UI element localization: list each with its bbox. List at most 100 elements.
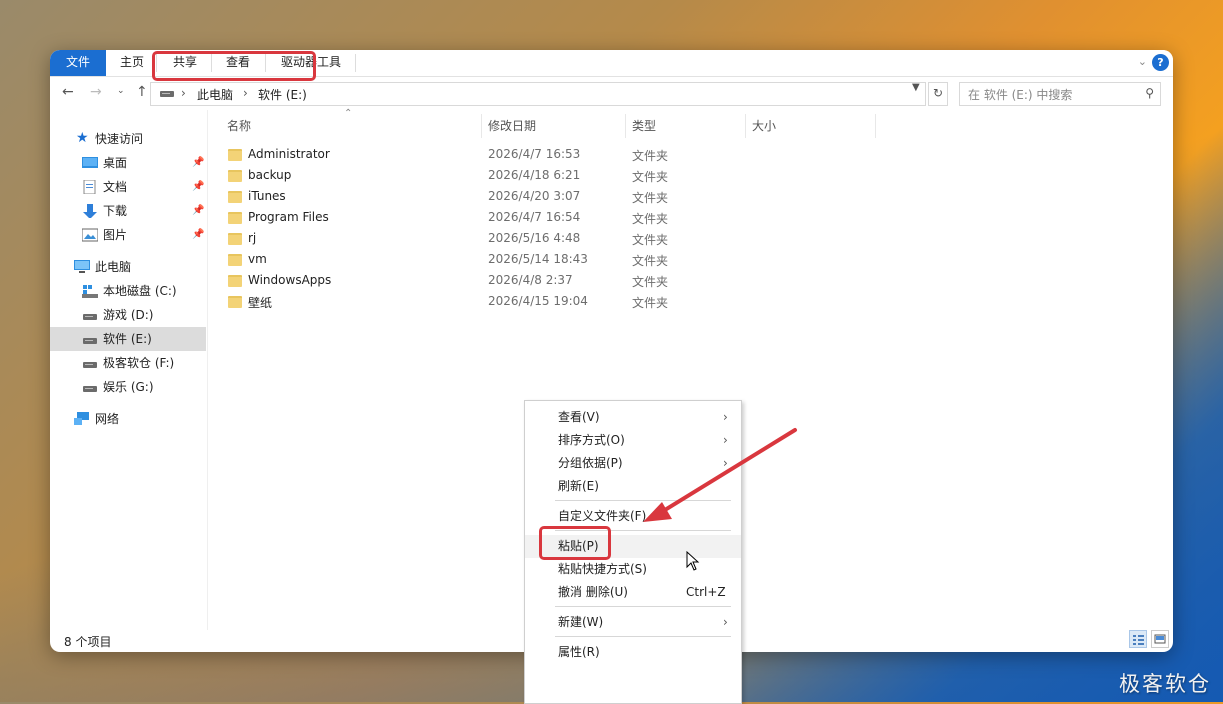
drive-icon	[160, 91, 174, 97]
sidebar-item-drive-f[interactable]: 极客软仓 (F:)	[50, 351, 206, 375]
sidebar-item-label: 极客软仓 (F:)	[103, 356, 175, 370]
submenu-chevron-icon: ›	[723, 433, 728, 447]
address-bar[interactable]: › 此电脑 › 软件 (E:)	[150, 82, 926, 106]
up-arrow-icon[interactable]: ↑	[136, 84, 148, 100]
menu-item-label: 自定义文件夹(F)...	[558, 509, 658, 523]
drive-icon	[83, 338, 97, 344]
menu-item-undo-delete[interactable]: 撤消 删除(U) Ctrl+Z	[525, 581, 741, 604]
menu-item-view[interactable]: 查看(V) ›	[525, 406, 741, 429]
menu-item-label: 刷新(E)	[558, 479, 599, 493]
breadcrumb-this-pc[interactable]: 此电脑	[197, 86, 233, 103]
sidebar-item-label: 桌面	[103, 156, 128, 170]
menu-item-label: 粘贴快捷方式(S)	[558, 562, 647, 576]
search-placeholder: 在 软件 (E:) 中搜索	[968, 88, 1073, 102]
table-row[interactable]: 壁纸 2026/4/15 19:04 文件夹	[224, 292, 1144, 313]
table-row[interactable]: backup 2026/4/18 6:21 文件夹	[224, 166, 1144, 187]
forward-arrow-icon[interactable]: →	[90, 84, 102, 100]
refresh-icon[interactable]: ↻	[928, 82, 948, 106]
paste-highlight-annotation	[539, 526, 611, 560]
download-arrow-icon	[83, 204, 97, 218]
navigation-bar: ← → ⌄ ↑ › 此电脑 › 软件 (E:) ▼ ↻ 在 软件 (E:) 中搜…	[50, 77, 1173, 109]
search-icon: ⚲	[1145, 86, 1154, 100]
picture-icon	[82, 228, 98, 242]
menu-item-properties[interactable]: 属性(R)	[525, 641, 741, 664]
sidebar-item-network[interactable]: 网络	[50, 407, 206, 431]
file-name: Program Files	[248, 210, 329, 224]
column-separator	[875, 114, 876, 138]
navigation-pane: ★ 快速访问 桌面 📌 文档 📌 下载 📌 图片 📌 此电脑 本地磁盘 (C:)…	[50, 110, 208, 630]
menu-item-label: 排序方式(O)	[558, 433, 625, 447]
submenu-chevron-icon: ›	[723, 615, 728, 629]
recent-locations-chevron-icon[interactable]: ⌄	[117, 86, 125, 96]
column-header-date[interactable]: 修改日期	[488, 114, 536, 138]
file-date: 2026/5/16 4:48	[488, 231, 581, 245]
details-view-icon[interactable]	[1129, 630, 1147, 648]
table-row[interactable]: rj 2026/5/16 4:48 文件夹	[224, 229, 1144, 250]
sidebar-item-label: 此电脑	[95, 260, 132, 274]
column-separator	[481, 114, 482, 138]
menu-item-paste-shortcut[interactable]: 粘贴快捷方式(S)	[525, 558, 741, 581]
sidebar-item-drive-g[interactable]: 娱乐 (G:)	[50, 375, 206, 399]
folder-icon	[228, 212, 242, 224]
file-name: backup	[248, 168, 292, 182]
file-type: 文件夹	[632, 149, 669, 163]
sidebar-item-label: 本地磁盘 (C:)	[103, 284, 177, 298]
column-header-size[interactable]: 大小	[752, 114, 776, 138]
column-header-type[interactable]: 类型	[632, 114, 656, 138]
sidebar-item-drive-d[interactable]: 游戏 (D:)	[50, 303, 206, 327]
menu-item-new[interactable]: 新建(W) ›	[525, 611, 741, 634]
sidebar-item-pictures[interactable]: 图片 📌	[50, 223, 206, 247]
sidebar-item-documents[interactable]: 文档 📌	[50, 175, 206, 199]
tab-file[interactable]: 文件	[50, 50, 106, 76]
menu-item-label: 属性(R)	[558, 645, 600, 659]
table-row[interactable]: Administrator 2026/4/7 16:53 文件夹	[224, 145, 1144, 166]
folder-icon	[228, 254, 242, 266]
tab-home[interactable]: 主页	[108, 50, 156, 76]
column-header-name[interactable]: 名称	[227, 114, 251, 138]
menu-item-group[interactable]: 分组依据(P) ›	[525, 452, 741, 475]
menu-item-refresh[interactable]: 刷新(E)	[525, 475, 741, 498]
table-row[interactable]: vm 2026/5/14 18:43 文件夹	[224, 250, 1144, 271]
table-row[interactable]: WindowsApps 2026/4/8 2:37 文件夹	[224, 271, 1144, 292]
file-type: 文件夹	[632, 191, 669, 205]
breadcrumb-current-drive[interactable]: 软件 (E:)	[258, 86, 307, 103]
file-name: 壁纸	[248, 296, 273, 310]
file-date: 2026/5/14 18:43	[488, 252, 588, 266]
back-arrow-icon[interactable]: ←	[62, 84, 74, 100]
star-icon: ★	[76, 130, 89, 146]
submenu-chevron-icon: ›	[723, 410, 728, 424]
search-input[interactable]: 在 软件 (E:) 中搜索 ⚲	[959, 82, 1161, 106]
large-icons-view-icon[interactable]	[1151, 630, 1169, 648]
sidebar-item-label: 游戏 (D:)	[103, 308, 154, 322]
help-icon[interactable]: ?	[1152, 54, 1169, 71]
table-row[interactable]: iTunes 2026/4/20 3:07 文件夹	[224, 187, 1144, 208]
sidebar-item-drive-c[interactable]: 本地磁盘 (C:)	[50, 279, 206, 303]
sidebar-item-desktop[interactable]: 桌面 📌	[50, 151, 206, 175]
file-date: 2026/4/7 16:54	[488, 210, 581, 224]
network-icon	[74, 412, 89, 425]
file-name: vm	[248, 252, 267, 266]
drive-icon	[83, 362, 97, 368]
sidebar-item-downloads[interactable]: 下载 📌	[50, 199, 206, 223]
sidebar-item-drive-e[interactable]: 软件 (E:)	[50, 327, 206, 351]
menu-separator	[555, 500, 731, 501]
sidebar-item-label: 网络	[95, 412, 120, 426]
folder-icon	[228, 191, 242, 203]
file-date: 2026/4/15 19:04	[488, 294, 588, 308]
menu-item-customize-folder[interactable]: 自定义文件夹(F)...	[525, 505, 741, 528]
sidebar-item-label: 文档	[103, 180, 128, 194]
ribbon-expand-chevron-icon[interactable]: ⌄	[1138, 55, 1147, 68]
mouse-cursor-icon	[686, 551, 700, 571]
folder-icon	[228, 149, 242, 161]
address-dropdown-chevron-icon[interactable]: ▼	[912, 82, 920, 93]
view-toggle	[1129, 630, 1169, 650]
file-name: rj	[248, 231, 257, 245]
file-date: 2026/4/20 3:07	[488, 189, 581, 203]
table-row[interactable]: Program Files 2026/4/7 16:54 文件夹	[224, 208, 1144, 229]
menu-item-sort[interactable]: 排序方式(O) ›	[525, 429, 741, 452]
pin-icon: 📌	[192, 157, 205, 168]
file-date: 2026/4/8 2:37	[488, 273, 573, 287]
breadcrumb-separator-icon: ›	[243, 86, 248, 100]
sidebar-item-quick-access[interactable]: ★ 快速访问	[50, 127, 206, 151]
sidebar-item-this-pc[interactable]: 此电脑	[50, 255, 206, 279]
